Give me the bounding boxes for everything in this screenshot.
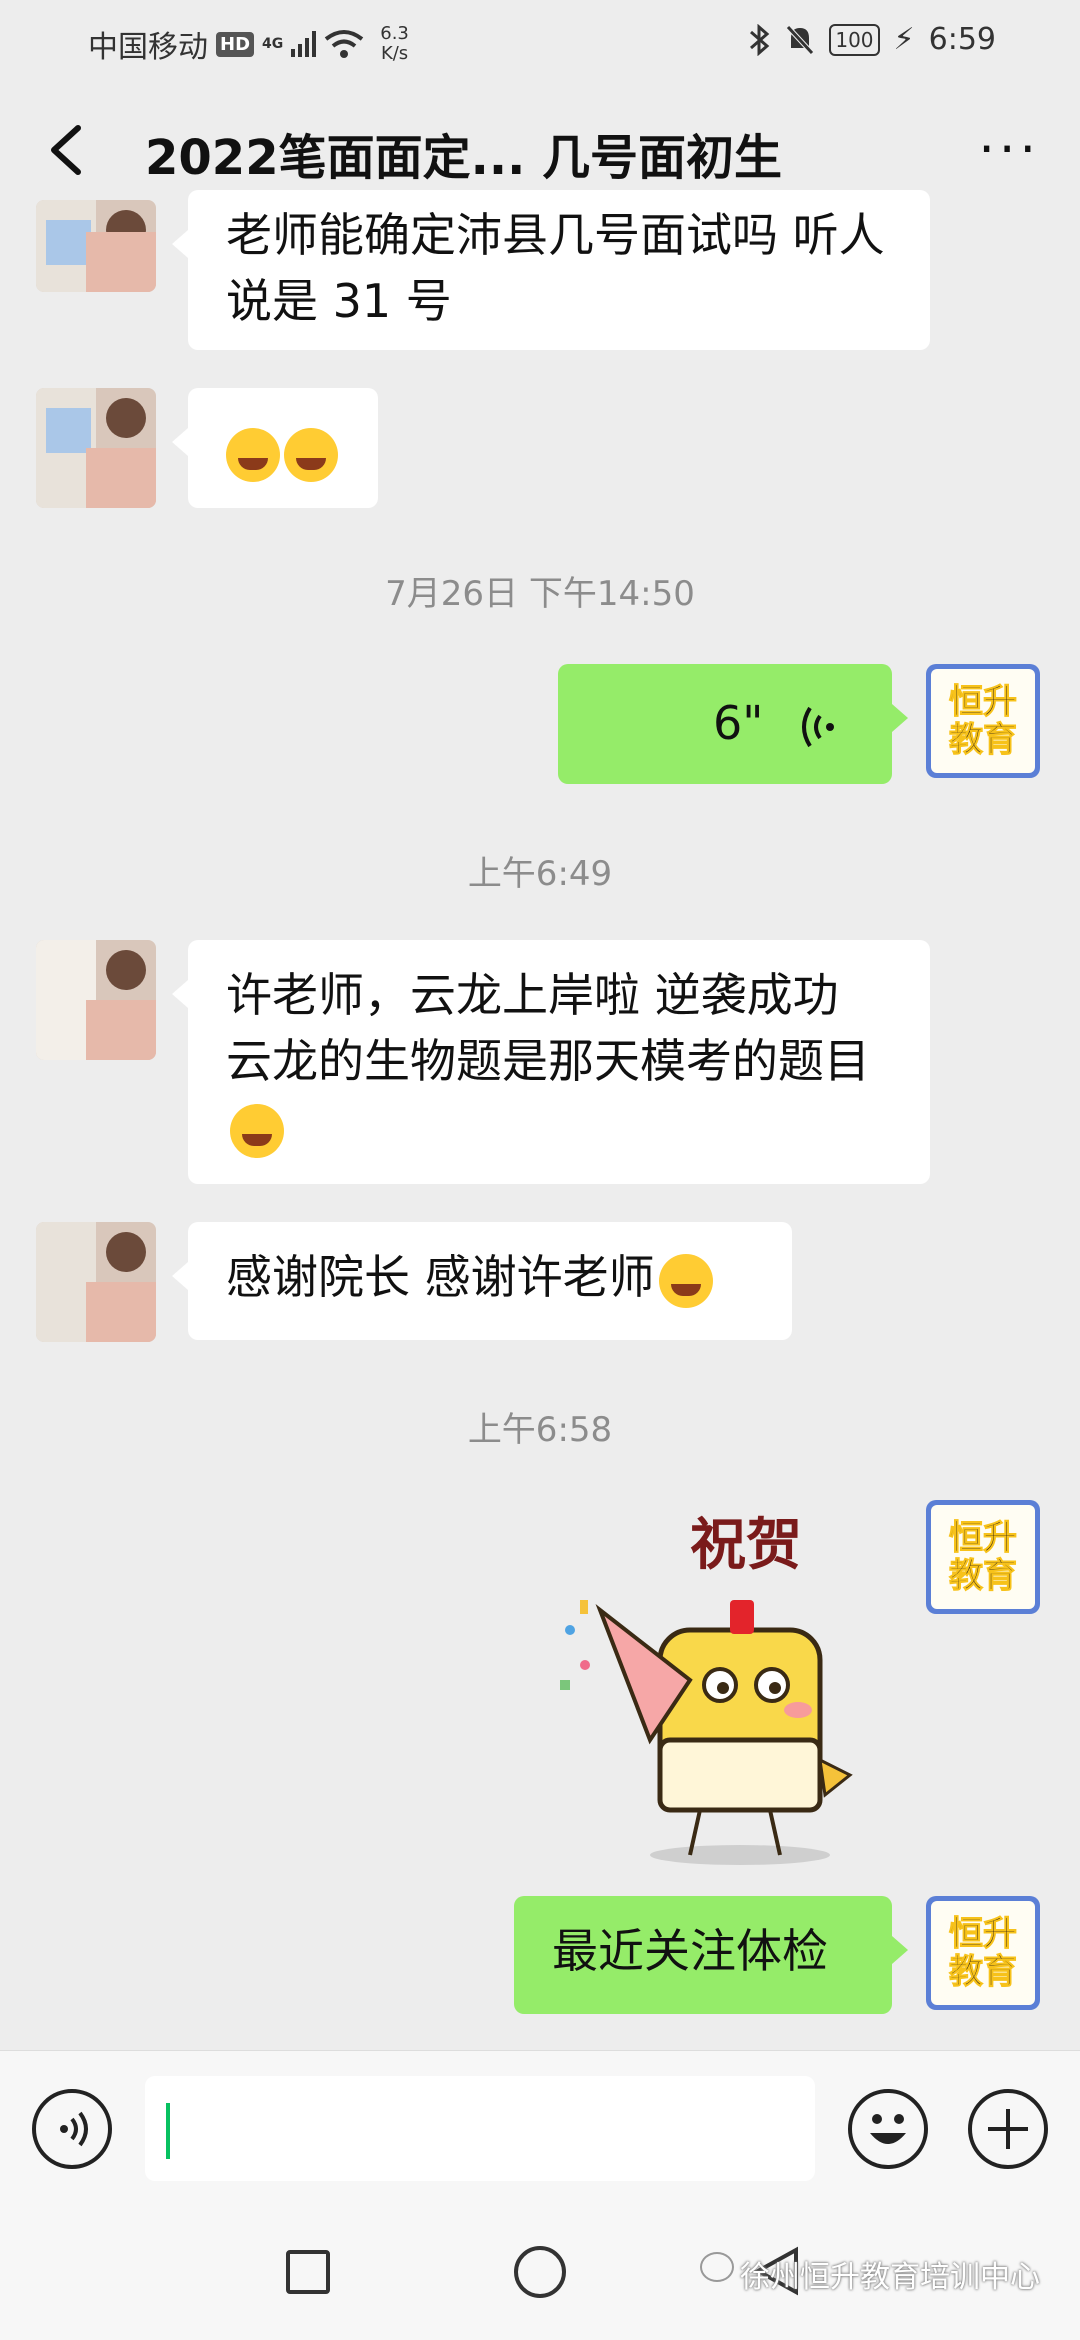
emoji-message-bubble[interactable]: [172, 388, 378, 508]
my-avatar[interactable]: 恒升 教育: [926, 664, 1040, 778]
laughing-crying-emoji-icon: [284, 427, 338, 482]
voice-message-bubble[interactable]: 6": [558, 664, 908, 784]
signal-icon: [291, 31, 317, 57]
message-bubble[interactable]: 感谢院长 感谢许老师: [172, 1222, 792, 1340]
avatar-text: 教育: [949, 1952, 1018, 1992]
chick-party-horn-icon: [560, 1600, 853, 1865]
charging-icon: ⚡: [893, 22, 915, 57]
contact-avatar[interactable]: [36, 388, 156, 508]
avatar-text: 教育: [949, 1556, 1018, 1596]
message-text: 感谢院长 感谢许老师: [226, 1250, 655, 1304]
voice-duration: 6": [712, 696, 764, 750]
timestamp: 上午6:49: [467, 854, 613, 894]
avatar-text: 恒升: [949, 1914, 1018, 1954]
home-icon[interactable]: [514, 2246, 566, 2298]
net-speed-value: 6.3: [380, 23, 409, 44]
net-speed: 6.3 K/s: [380, 24, 409, 64]
text-cursor: [166, 2103, 170, 2159]
watermark-text: 徐州恒升教育培训中心: [740, 2260, 1040, 2295]
contact-avatar[interactable]: [36, 200, 156, 292]
more-options-icon[interactable]: ···: [978, 124, 1040, 176]
voice-input-button[interactable]: [32, 2089, 112, 2169]
message-text: 最近关注体检: [552, 1924, 828, 1978]
voice-wave-icon: [802, 706, 834, 747]
avatar-text: 恒升: [949, 682, 1018, 722]
more-actions-button[interactable]: [968, 2089, 1048, 2169]
hd-badge: HD: [216, 31, 255, 57]
message-text: 许老师，云龙上岸啦 逆袭成功 云龙的生物题是那天模考的题目: [226, 968, 870, 1088]
carrier-label: 中国移动: [88, 30, 208, 65]
celebration-sticker[interactable]: 祝贺: [540, 1500, 900, 1870]
my-avatar[interactable]: 恒升 教育: [926, 1500, 1040, 1614]
bluetooth-icon: [750, 23, 770, 56]
system-nav-bar: 徐州恒升教育培训中心: [0, 2200, 1080, 2340]
plus-icon: [988, 2109, 1028, 2149]
back-arrow-icon[interactable]: [40, 120, 90, 180]
status-left: 中国移动 HD 4G 6.3 K/s: [88, 22, 409, 66]
message-bubble[interactable]: 老师能确定沛县几号面试吗 听人说是 31 号: [172, 190, 930, 350]
my-avatar[interactable]: 恒升 教育: [926, 1896, 1040, 2010]
laughing-emoji-icon: [230, 1103, 284, 1158]
laughing-crying-emoji-icon: [226, 427, 280, 482]
wink-emoji-icon: [658, 1253, 713, 1308]
voice-icon: [60, 2111, 88, 2147]
message-bubble[interactable]: 许老师，云龙上岸啦 逆袭成功 云龙的生物题是那天模考的题目: [172, 940, 930, 1184]
net-speed-unit: K/s: [380, 43, 409, 64]
message-input[interactable]: [145, 2076, 815, 2181]
mute-bell-icon: [786, 24, 815, 55]
battery-indicator: 100: [829, 23, 880, 56]
wechat-channel-icon: [700, 2252, 734, 2282]
input-bar: [0, 2050, 1080, 2201]
status-bar: 中国移动 HD 4G 6.3 K/s 100 ⚡ 6:59: [0, 0, 1080, 80]
contact-avatar[interactable]: [36, 1222, 156, 1342]
emoji-button[interactable]: [848, 2089, 928, 2169]
wifi-icon: [325, 30, 364, 58]
status-right: 100 ⚡ 6:59: [749, 22, 996, 57]
chat-title: 2022笔面面定... 几号面初生: [145, 130, 783, 186]
recent-apps-icon[interactable]: [286, 2250, 330, 2294]
avatar-text: 恒升: [949, 1518, 1018, 1558]
message-text: 老师能确定沛县几号面试吗 听人说是 31 号: [226, 208, 885, 328]
clock: 6:59: [928, 22, 996, 57]
message-bubble[interactable]: 最近关注体检: [514, 1896, 908, 2014]
timestamp: 上午6:58: [467, 1410, 613, 1450]
smiley-icon: [870, 2114, 906, 2144]
timestamp: 7月26日 下午14:50: [385, 574, 695, 614]
contact-avatar[interactable]: [36, 940, 156, 1060]
sticker-caption: 祝贺: [690, 1512, 802, 1578]
network-type: 4G: [262, 36, 284, 52]
avatar-text: 教育: [949, 720, 1018, 760]
